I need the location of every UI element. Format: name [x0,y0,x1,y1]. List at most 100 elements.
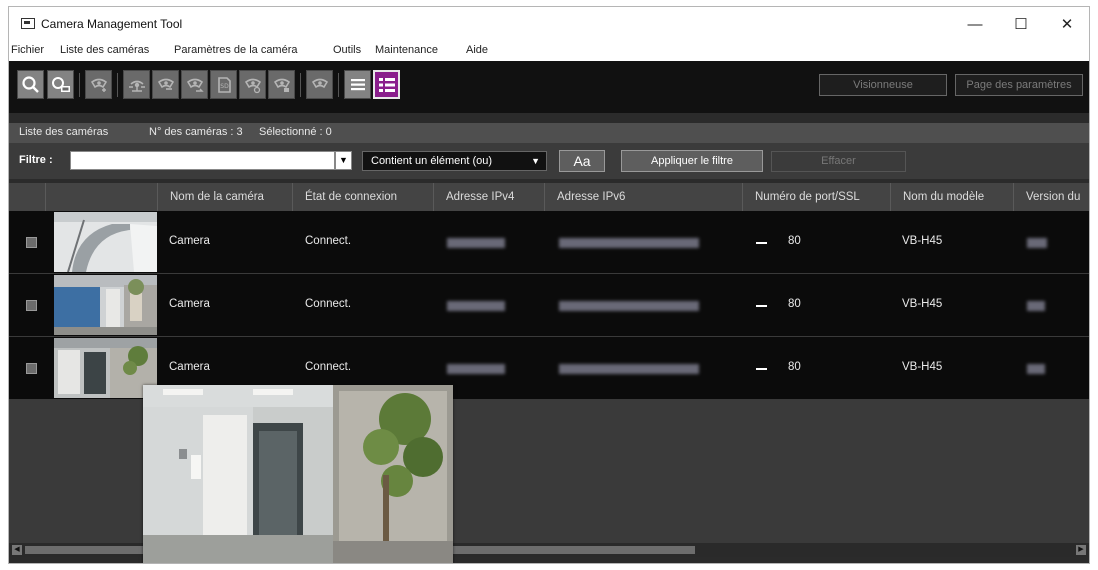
camera-add-icon [90,78,108,92]
filter-mode-select[interactable]: Contient un élément (ou) ▼ [362,151,547,171]
scroll-left-icon[interactable]: ◀ [12,545,22,555]
camera-count: N° des caméras : 3 [149,126,243,138]
list-view-icon [351,79,365,91]
apply-filter-button[interactable]: Appliquer le filtre [621,150,763,172]
selected-count: Sélectionné : 0 [259,126,332,138]
settings-page-button[interactable]: Page des paramètres [955,74,1083,96]
filter-input[interactable] [70,151,335,170]
camera-thumbnail [54,212,157,272]
table-row[interactable]: Camera Connect. 80 VB-H45 [9,274,1089,337]
camera-restart-icon [311,78,329,89]
network-icon [129,80,145,92]
port-number: 80 [788,361,801,373]
network-button[interactable] [123,70,150,99]
maximize-button[interactable]: ☐ [999,13,1043,37]
column-header-ipv6[interactable]: Adresse IPv6 [545,183,743,211]
column-header-checkbox[interactable] [9,183,46,211]
column-header-model[interactable]: Nom du modèle [891,183,1014,211]
table-row[interactable]: Camera Connect. 80 VB-H45 [9,211,1089,274]
port-number: 80 [788,298,801,310]
detail-list-view-button[interactable] [373,70,400,99]
camera-refresh-button[interactable] [239,70,266,99]
svg-text:SD: SD [220,83,229,90]
camera-settings-button[interactable] [152,70,179,99]
camera-sync-icon [186,78,204,92]
filter-mode-value: Contient un élément (ou) [371,155,493,167]
ipv4-address [447,301,505,311]
sd-card-button[interactable]: SD [210,70,237,99]
menu-liste-cameras[interactable]: Liste des caméras [60,44,149,56]
menu-maintenance[interactable]: Maintenance [375,44,438,56]
search-icon [22,76,39,93]
column-header-port[interactable]: Numéro de port/SSL [743,183,891,211]
ipv4-address [447,364,505,374]
viewer-button[interactable]: Visionneuse [819,74,947,96]
detail-list-view-icon [379,78,395,92]
port-number: 80 [788,235,801,247]
model-name: VB-H45 [902,235,943,247]
case-sensitive-button[interactable]: Aa [559,150,605,172]
scroll-right-icon[interactable]: ▶ [1076,545,1086,555]
search-button[interactable] [17,70,44,99]
model-name: VB-H45 [902,298,943,310]
ssl-indicator [756,368,767,370]
menu-outils[interactable]: Outils [333,44,361,56]
column-header-thumbnail[interactable] [46,183,158,211]
ipv6-address [559,364,699,374]
menu-fichier[interactable]: Fichier [11,44,44,56]
search-new-icon [52,77,70,92]
camera-name: Camera [169,298,210,310]
model-name: VB-H45 [902,361,943,373]
camera-settings-icon [157,78,175,90]
menu-aide[interactable]: Aide [466,44,488,56]
row-checkbox[interactable] [26,363,37,374]
search-new-button[interactable] [47,70,74,99]
chevron-down-icon: ▼ [531,156,540,166]
menu-parametres-camera[interactable]: Paramètres de la caméra [174,44,298,56]
minimize-button[interactable]: — [953,13,997,37]
ipv6-address [559,238,699,248]
ipv4-address [447,238,505,248]
ssl-indicator [756,305,767,307]
column-header-version[interactable]: Version du [1014,183,1089,211]
connection-state: Connect. [305,298,352,310]
firmware-version [1027,238,1047,248]
window-title: Camera Management Tool [41,17,183,31]
filter-label: Filtre : [19,154,53,166]
row-checkbox[interactable] [26,237,37,248]
camera-name: Camera [169,235,210,247]
row-checkbox[interactable] [26,300,37,311]
app-icon [21,18,35,29]
sd-card-icon: SD [218,77,231,93]
thumbnail-preview [143,385,453,563]
firmware-version [1027,301,1045,311]
filter-bar: Filtre : ▼ Contient un élément (ou) ▼ Aa… [9,143,1089,179]
connection-state: Connect. [305,361,352,373]
camera-refresh-icon [244,78,262,94]
clear-filter-button[interactable]: Effacer [771,151,906,172]
camera-tools-button[interactable] [268,70,295,99]
title-bar: Camera Management Tool — ☐ ✕ [9,7,1089,41]
camera-tools-icon [273,78,291,92]
chevron-down-icon: ▼ [339,155,348,165]
camera-restart-button[interactable] [306,70,333,99]
close-button[interactable]: ✕ [1045,13,1089,37]
ipv6-address [559,301,699,311]
camera-add-button[interactable] [85,70,112,99]
camera-sync-button[interactable] [181,70,208,99]
connection-state: Connect. [305,235,352,247]
column-header-ipv4[interactable]: Adresse IPv4 [434,183,545,211]
table-header: Nom de la caméra État de connexion Adres… [9,183,1089,211]
list-view-button[interactable] [344,70,371,99]
app-window: Camera Management Tool — ☐ ✕ Fichier Lis… [8,6,1090,564]
column-header-connection-state[interactable]: État de connexion [293,183,434,211]
camera-list-label: Liste des caméras [19,126,109,138]
column-header-camera-name[interactable]: Nom de la caméra [158,183,293,211]
camera-list-info-bar: Liste des caméras N° des caméras : 3 Sél… [9,123,1089,143]
ssl-indicator [756,242,767,244]
camera-thumbnail [54,338,157,398]
firmware-version [1027,364,1045,374]
camera-thumbnail [54,275,157,335]
filter-history-dropdown[interactable]: ▼ [335,151,352,170]
camera-name: Camera [169,361,210,373]
